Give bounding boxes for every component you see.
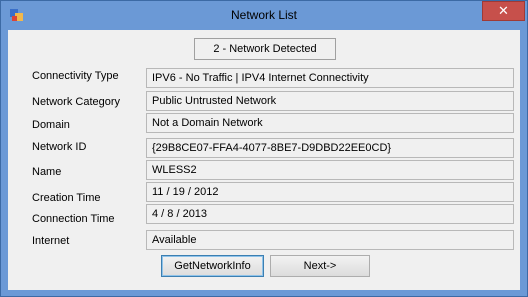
connectivity-type-value: IPV6 - No Traffic | IPV4 Internet Connec…	[146, 68, 514, 88]
name-label: Name	[32, 166, 62, 178]
client-area: 2 - Network Detected Connectivity Type I…	[8, 30, 520, 290]
creation-time-value: 11 / 19 / 2012	[146, 182, 514, 202]
title-bar[interactable]: Network List ✕	[1, 1, 527, 30]
network-category-value: Public Untrusted Network	[146, 91, 514, 111]
close-button[interactable]: ✕	[482, 1, 525, 21]
name-value: WLESS2	[146, 160, 514, 180]
internet-label: Internet	[32, 235, 70, 247]
domain-value: Not a Domain Network	[146, 113, 514, 133]
get-network-info-button[interactable]: GetNetworkInfo	[161, 255, 264, 277]
internet-value: Available	[146, 230, 514, 250]
network-category-label: Network Category	[32, 96, 121, 108]
network-list-window: Network List ✕ 2 - Network Detected Conn…	[0, 0, 528, 297]
creation-time-label: Creation Time	[32, 192, 101, 204]
network-id-value: {29B8CE07-FFA4-4077-8BE7-D9DBD22EE0CD}	[146, 138, 514, 158]
network-id-label: Network ID	[32, 141, 87, 153]
close-icon: ✕	[498, 3, 509, 18]
connection-time-label: Connection Time	[32, 213, 115, 225]
next-button[interactable]: Next->	[270, 255, 370, 277]
connection-time-value: 4 / 8 / 2013	[146, 204, 514, 224]
domain-label: Domain	[32, 119, 70, 131]
network-status: 2 - Network Detected	[194, 38, 336, 60]
connectivity-type-label: Connectivity Type	[32, 70, 119, 82]
window-title: Network List	[230, 8, 298, 22]
